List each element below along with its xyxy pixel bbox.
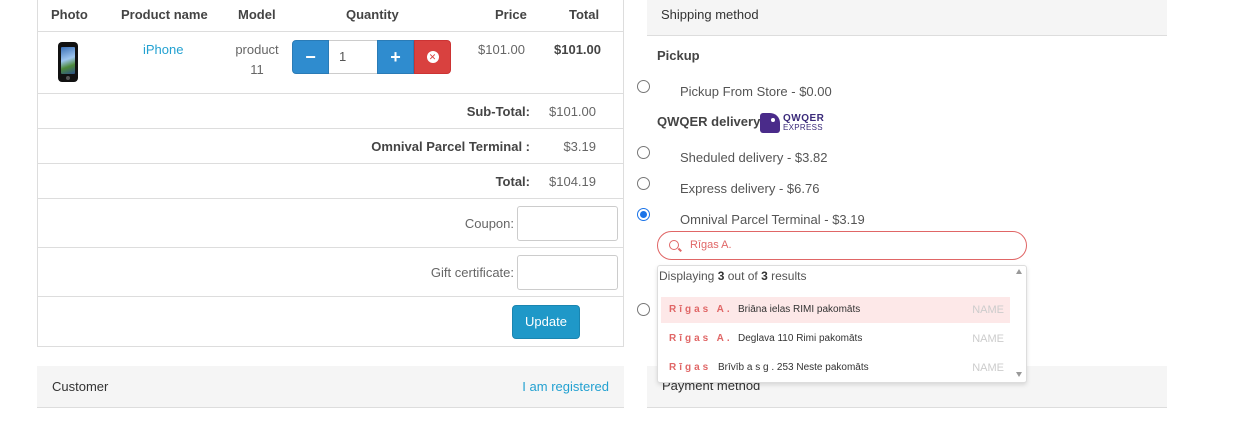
- product-model: product 11: [235, 42, 279, 77]
- scheduled-delivery-radio[interactable]: [637, 146, 650, 159]
- search-icon: [669, 240, 679, 250]
- terminal-match-text: Rīgas A.: [669, 333, 733, 344]
- quantity-input[interactable]: 1: [329, 40, 377, 74]
- subtotal-value: $101.00: [549, 104, 596, 119]
- subtotal-label: Sub-Total:: [466, 104, 530, 119]
- item-total: $101.00: [554, 42, 601, 57]
- header-photo: Photo: [51, 7, 88, 22]
- pickup-radio[interactable]: [637, 80, 650, 93]
- hidden-option-radio[interactable]: [637, 303, 650, 316]
- minus-icon: −: [305, 46, 316, 67]
- shipping-cost-value: $3.19: [563, 139, 596, 154]
- terminal-name: Brīvīb a s g . 253 Neste pakomāts: [718, 362, 869, 373]
- shipping-method-title: Shipping method: [661, 7, 759, 22]
- item-price: $101.00: [478, 42, 525, 57]
- terminal-search-value: Rīgas A.: [690, 239, 732, 251]
- coupon-label: Coupon:: [464, 216, 514, 231]
- parcel-terminal-label[interactable]: Omnival Parcel Terminal - $3.19: [680, 212, 865, 227]
- i-am-registered-link[interactable]: I am registered: [522, 379, 609, 394]
- pickup-group-title: Pickup: [657, 48, 700, 63]
- qwqer-group-title: QWQER delivery: [657, 114, 761, 129]
- results-prefix: Displaying: [659, 269, 715, 283]
- express-delivery-label[interactable]: Express delivery - $6.76: [680, 181, 819, 196]
- total-row: Total: $104.19: [38, 164, 623, 199]
- terminal-match-text: Rīgas: [669, 362, 712, 373]
- results-count: Displaying 3 out of 3 results: [659, 269, 806, 283]
- header-total: Total: [569, 7, 600, 22]
- terminal-option[interactable]: Rīgas Brīvīb a s g . 253 Neste pakomāts …: [661, 355, 1010, 381]
- customer-title: Customer: [52, 379, 109, 394]
- terminal-tag: NAME: [972, 333, 1004, 345]
- terminal-option[interactable]: Rīgas A. Deglava 110 Rimi pakomāts NAME: [661, 326, 1010, 352]
- terminal-name: Deglava 110 Rimi pakomāts: [738, 333, 863, 344]
- increase-quantity-button[interactable]: +: [377, 40, 414, 74]
- terminal-option[interactable]: Rīgas A. Briāna ielas RIMI pakomāts NAME: [661, 297, 1010, 323]
- gift-certificate-row: Gift certificate:: [38, 248, 623, 297]
- total-label: Total:: [495, 174, 530, 189]
- coupon-row: Coupon:: [38, 199, 623, 248]
- quantity-stepper: − 1 + ✕: [292, 40, 451, 74]
- terminal-match-text: Rīgas A.: [669, 304, 733, 315]
- shipping-cost-label: Omnival Parcel Terminal :: [371, 139, 530, 154]
- results-shown: 3: [717, 269, 725, 283]
- header-product-name: Product name: [121, 7, 208, 22]
- header-quantity: Quantity: [346, 7, 399, 22]
- close-circle-icon: ✕: [426, 51, 439, 63]
- pickup-option-label[interactable]: Pickup From Store - $0.00: [680, 84, 832, 99]
- remove-item-button[interactable]: ✕: [414, 40, 451, 74]
- results-middle: out of: [727, 269, 758, 283]
- qwqer-logo-subtext: EXPRESS: [783, 123, 823, 132]
- header-price: Price: [495, 7, 527, 22]
- product-thumbnail[interactable]: [58, 42, 78, 82]
- terminal-tag: NAME: [972, 362, 1004, 374]
- gift-certificate-input[interactable]: [517, 255, 618, 290]
- cart-table: Photo Product name Model Quantity Price …: [37, 0, 624, 347]
- terminal-name: Briāna ielas RIMI pakomāts: [738, 304, 861, 315]
- qwqer-logo-text: QWQER: [783, 113, 825, 124]
- parcel-terminal-radio[interactable]: [637, 208, 650, 221]
- cart-header-row: Photo Product name Model Quantity Price …: [38, 0, 623, 32]
- qwqer-bird-icon: [760, 113, 780, 133]
- terminal-tag: NAME: [972, 304, 1004, 316]
- scroll-down-arrow-icon[interactable]: [1016, 372, 1022, 377]
- plus-icon: +: [390, 46, 401, 67]
- gift-certificate-label: Gift certificate:: [430, 265, 514, 280]
- cart-item-row: iPhone product 11 − 1 + ✕ $101.00 $101.0…: [38, 32, 623, 94]
- subtotal-row: Sub-Total: $101.00: [38, 94, 623, 129]
- scroll-up-arrow-icon[interactable]: [1016, 269, 1022, 274]
- terminal-search-input[interactable]: Rīgas A.: [657, 231, 1027, 260]
- express-delivery-radio[interactable]: [637, 177, 650, 190]
- update-button[interactable]: Update: [512, 305, 580, 339]
- results-suffix: results: [771, 269, 807, 283]
- results-total: 3: [761, 269, 768, 283]
- product-name-link[interactable]: iPhone: [143, 42, 183, 57]
- shipping-cost-row: Omnival Parcel Terminal : $3.19: [38, 129, 623, 164]
- qwqer-logo: QWQER EXPRESS: [760, 113, 824, 133]
- terminal-dropdown: Displaying 3 out of 3 results Rīgas A. B…: [657, 265, 1027, 383]
- decrease-quantity-button[interactable]: −: [292, 40, 329, 74]
- scheduled-delivery-label[interactable]: Sheduled delivery - $3.82: [680, 150, 827, 165]
- total-value: $104.19: [549, 174, 596, 189]
- shipping-method-header: Shipping method: [647, 0, 1167, 36]
- customer-panel: Customer I am registered: [37, 366, 624, 408]
- header-model: Model: [238, 7, 276, 22]
- coupon-input[interactable]: [517, 206, 618, 241]
